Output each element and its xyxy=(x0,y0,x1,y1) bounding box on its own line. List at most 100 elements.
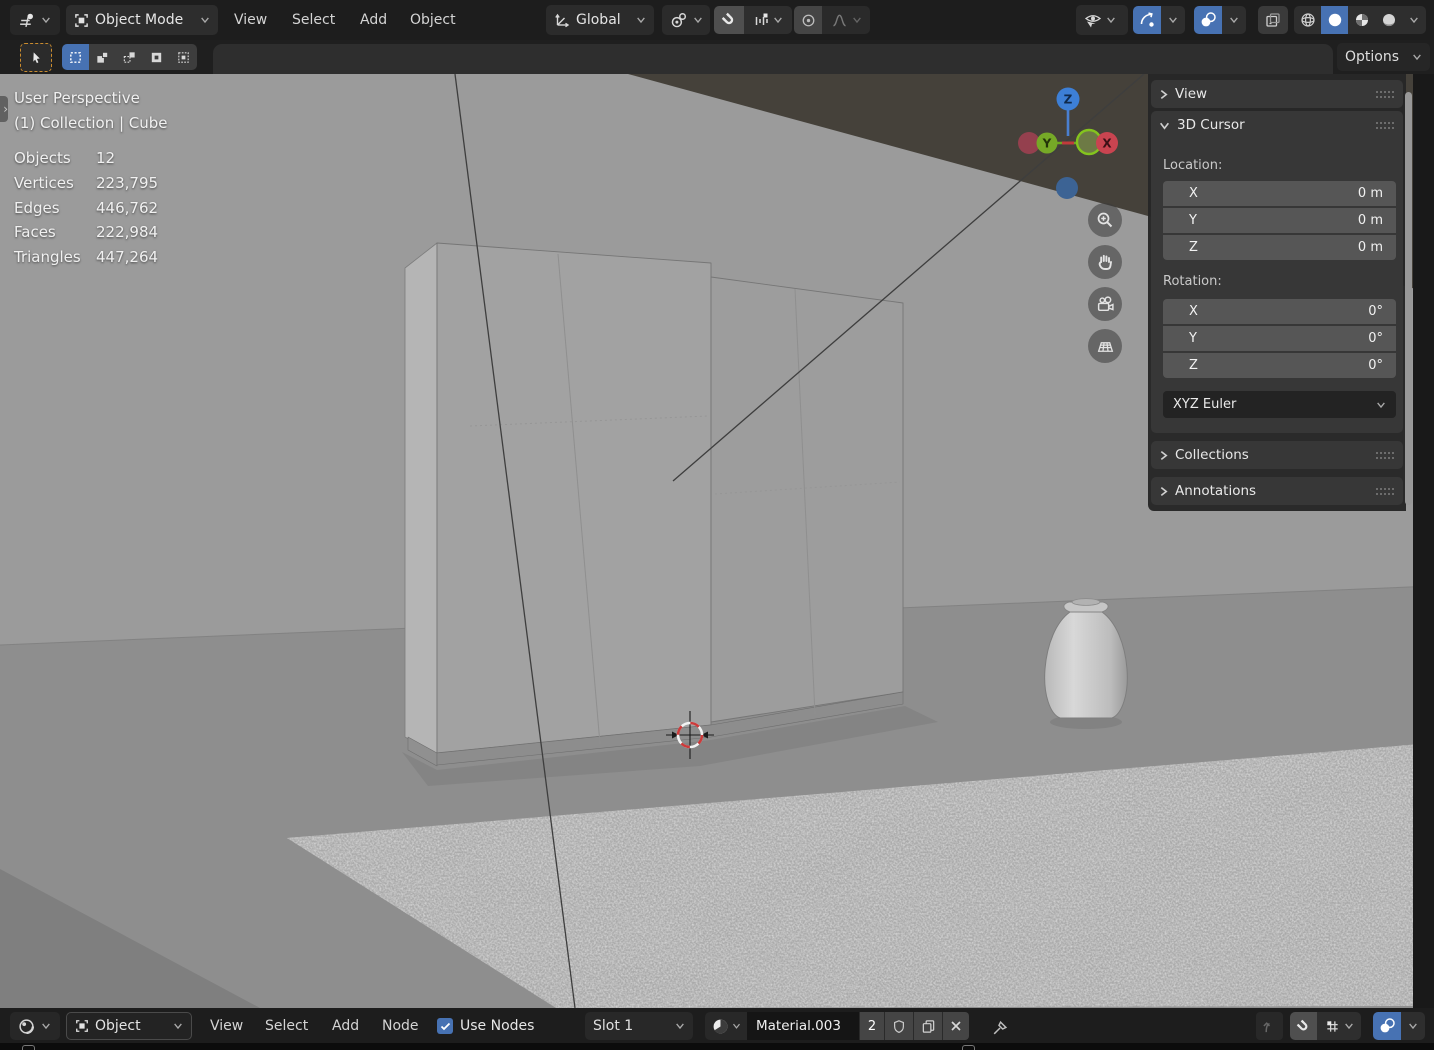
material-name-field[interactable]: Material.003 xyxy=(747,1012,859,1040)
annotations-panel-header[interactable]: Annotations xyxy=(1151,477,1403,505)
node-snap-selector[interactable] xyxy=(1317,1012,1361,1040)
rotation-mode-dropdown[interactable]: XYZ Euler xyxy=(1163,391,1396,418)
new-material-button[interactable] xyxy=(913,1012,942,1040)
pin-button[interactable] xyxy=(988,1017,1010,1039)
object-visibility-selector[interactable] xyxy=(1076,5,1128,35)
cursor-location-z-field[interactable]: Z0 m xyxy=(1163,235,1396,260)
view-panel-label: View xyxy=(1175,86,1208,102)
view-panel-header[interactable]: View xyxy=(1151,80,1403,108)
select-mode-intersect[interactable] xyxy=(170,44,197,70)
orientation-label: Global xyxy=(576,12,621,28)
scene-statistics: Objects 12 Vertices 223,795 Edges 446,762 F… xyxy=(14,146,158,270)
pin-icon xyxy=(991,1020,1008,1037)
bottom-menu-add[interactable]: Add xyxy=(320,1011,371,1041)
show-gizmo-toggle[interactable] xyxy=(1133,6,1161,34)
perspective-toggle-button[interactable] xyxy=(1088,329,1122,363)
shader-type-selector[interactable]: Object xyxy=(66,1012,192,1040)
gizmo-axis-neg-z[interactable] xyxy=(1056,177,1078,199)
chevron-right-icon xyxy=(1160,450,1168,460)
toolbar-expand-arrow[interactable]: › xyxy=(0,96,8,122)
snap-increment-icon xyxy=(753,12,769,28)
bottom-menu-node[interactable]: Node xyxy=(370,1011,431,1041)
collections-panel-header[interactable]: Collections xyxy=(1151,441,1403,469)
cursor-location-x-field[interactable]: X0 m xyxy=(1163,181,1396,206)
pan-button[interactable] xyxy=(1088,245,1122,279)
bottom-menu-view[interactable]: View xyxy=(198,1011,255,1041)
3d-viewport[interactable]: Y X Z User Perspective (1) Collection | … xyxy=(0,74,1434,1008)
menu-object[interactable]: Object xyxy=(398,5,468,35)
options-dropdown[interactable]: Options xyxy=(1337,43,1430,71)
viewport-info-overlay: User Perspective (1) Collection | Cube xyxy=(14,86,168,136)
material-slot-selector[interactable]: Slot 1 xyxy=(585,1012,693,1040)
3d-viewport-editor-icon xyxy=(18,12,35,29)
use-nodes-checkbox[interactable]: Use Nodes xyxy=(437,1011,534,1041)
fake-user-button[interactable] xyxy=(884,1012,913,1040)
rotation-section-label: Rotation: xyxy=(1163,274,1222,289)
menu-view[interactable]: View xyxy=(222,5,279,35)
cursor-rotation-z-field[interactable]: Z 0° xyxy=(1163,353,1396,378)
shading-rendered-button[interactable] xyxy=(1375,6,1402,34)
editor-type-selector[interactable] xyxy=(10,5,60,35)
chevron-down-icon xyxy=(200,16,210,24)
mode-selector[interactable]: Object Mode xyxy=(66,5,218,35)
bottom-editor-type-selector[interactable] xyxy=(10,1012,60,1040)
node-overlays-toggle[interactable] xyxy=(1373,1012,1401,1040)
shading-material-button[interactable] xyxy=(1348,6,1375,34)
svg-text:Y: Y xyxy=(1042,137,1052,151)
snap-to-selector[interactable] xyxy=(744,6,792,34)
cursor-panel: 3D Cursor Location: X0 m Y0 m Z0 m Rotat… xyxy=(1151,111,1403,433)
overlays-options-dropdown[interactable] xyxy=(1222,6,1246,34)
select-mode-extend[interactable] xyxy=(89,44,116,70)
select-invert-icon xyxy=(149,50,164,65)
shading-wireframe-button[interactable] xyxy=(1294,6,1321,34)
menu-select[interactable]: Select xyxy=(280,5,347,35)
xray-toggle[interactable] xyxy=(1258,6,1288,34)
location-section-label: Location: xyxy=(1163,158,1223,173)
clipped-editor-strip xyxy=(0,1043,1434,1050)
node-snap-toggle[interactable] xyxy=(1290,1012,1317,1040)
bottom-menu-select[interactable]: Select xyxy=(253,1011,320,1041)
rendered-sphere-icon xyxy=(1381,12,1397,28)
pivot-point-selector[interactable] xyxy=(662,5,710,35)
gizmo-options-dropdown[interactable] xyxy=(1161,6,1185,34)
select-mode-subtract[interactable] xyxy=(116,44,143,70)
select-box-cursor-icon xyxy=(29,50,44,65)
cursor-rotation-x-field[interactable]: X 0° xyxy=(1163,299,1396,324)
chevron-right-icon xyxy=(1160,89,1168,99)
sidebar-tab-column: Item Tool View Animation xyxy=(1413,74,1434,1008)
material-users-button[interactable]: 2 xyxy=(859,1012,884,1040)
magnet-icon xyxy=(1296,1019,1311,1034)
parent-node-tree-button[interactable] xyxy=(1256,1012,1283,1040)
proportional-edit-group xyxy=(794,6,870,34)
menu-add[interactable]: Add xyxy=(348,5,399,35)
select-mode-invert[interactable] xyxy=(143,44,170,70)
cursor-rotation-y-field[interactable]: Y 0° xyxy=(1163,326,1396,351)
camera-view-button[interactable] xyxy=(1088,287,1122,321)
wardrobe-object[interactable] xyxy=(404,242,904,767)
shading-options-dropdown[interactable] xyxy=(1402,6,1426,34)
zoom-button[interactable] xyxy=(1088,203,1122,237)
overlays-icon xyxy=(1200,12,1216,28)
wireframe-sphere-icon xyxy=(1300,12,1316,28)
chevron-down-icon xyxy=(1412,53,1422,61)
select-mode-new[interactable] xyxy=(62,44,89,70)
snap-toggle[interactable] xyxy=(714,6,744,34)
cursor-location-y-field[interactable]: Y0 m xyxy=(1163,208,1396,233)
browse-material-button[interactable] xyxy=(705,1012,747,1040)
proportional-edit-toggle[interactable] xyxy=(794,6,822,34)
stat-objects: Objects 12 xyxy=(14,149,116,167)
transform-orientation-selector[interactable]: Global xyxy=(546,5,654,35)
show-overlays-toggle[interactable] xyxy=(1194,6,1222,34)
node-overlays-dropdown[interactable] xyxy=(1401,1012,1425,1040)
sidebar-scrollbar[interactable] xyxy=(1405,92,1412,505)
active-tool-button[interactable] xyxy=(20,43,52,72)
close-icon xyxy=(950,1020,962,1032)
cursor-panel-header[interactable]: 3D Cursor xyxy=(1151,111,1403,139)
solid-sphere-icon xyxy=(1327,12,1343,28)
unlink-material-button[interactable] xyxy=(942,1012,969,1040)
chevron-down-icon xyxy=(1344,1022,1354,1030)
magnet-icon xyxy=(721,12,737,28)
proportional-falloff-selector[interactable] xyxy=(822,6,870,34)
shading-solid-button[interactable] xyxy=(1321,6,1348,34)
panel-grip-icon xyxy=(1375,121,1395,130)
